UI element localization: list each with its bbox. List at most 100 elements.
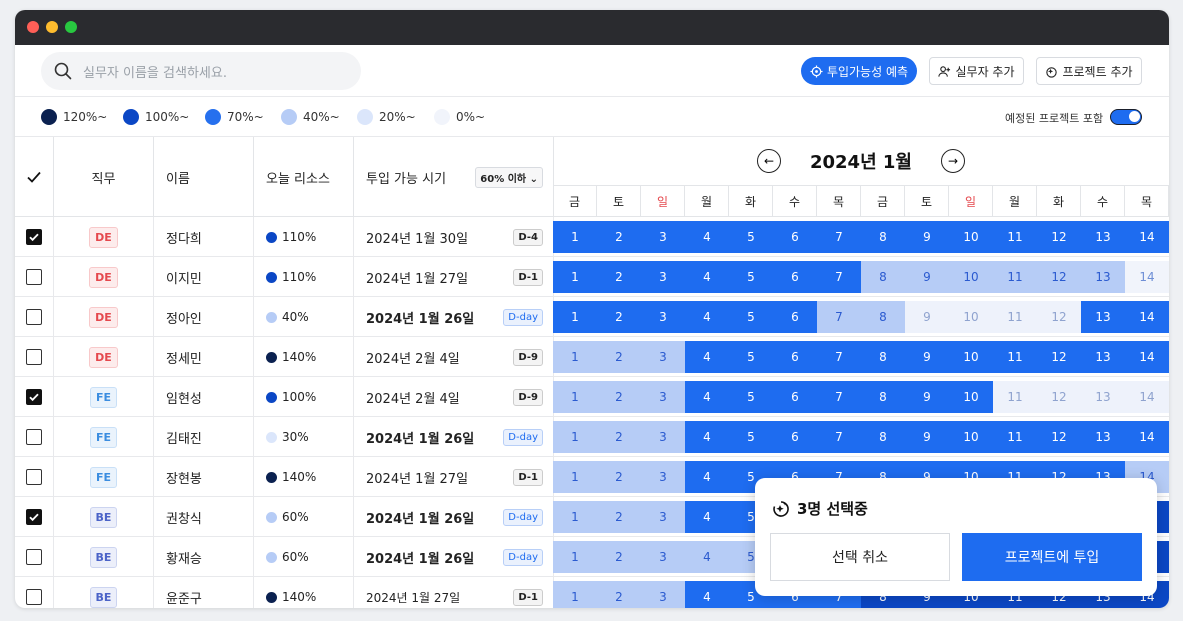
calendar-day-cell[interactable]: 13 [1081, 261, 1125, 293]
calendar-day-cell[interactable]: 13 [1081, 421, 1125, 453]
calendar-day-cell[interactable]: 5 [729, 301, 773, 333]
calendar-day-cell[interactable]: 3 [641, 221, 685, 253]
calendar-day-cell[interactable]: 6 [773, 341, 817, 373]
close-window-button[interactable] [27, 21, 39, 33]
calendar-day-cell[interactable]: 9 [905, 261, 949, 293]
calendar-day-cell[interactable]: 3 [641, 381, 685, 413]
search-input[interactable]: 실무자 이름을 검색하세요. [41, 52, 361, 90]
calendar-day-cell[interactable]: 1 [553, 341, 597, 373]
calendar-day-cell[interactable]: 8 [861, 221, 905, 253]
calendar-day-cell[interactable]: 2 [597, 301, 641, 333]
calendar-day-cell[interactable]: 4 [685, 581, 729, 608]
calendar-day-cell[interactable]: 1 [553, 461, 597, 493]
predict-availability-button[interactable]: 투입가능성 예측 [801, 57, 917, 85]
calendar-day-cell[interactable]: 11 [993, 301, 1037, 333]
add-project-button[interactable]: 프로젝트 추가 [1036, 57, 1142, 85]
calendar-day-cell[interactable]: 10 [949, 341, 993, 373]
prev-month-button[interactable]: ← [757, 149, 781, 173]
calendar-day-cell[interactable]: 3 [641, 501, 685, 533]
calendar-day-cell[interactable]: 12 [1037, 381, 1081, 413]
calendar-day-cell[interactable]: 2 [597, 501, 641, 533]
calendar-day-cell[interactable]: 10 [949, 261, 993, 293]
calendar-day-cell[interactable]: 7 [817, 301, 861, 333]
calendar-day-cell[interactable]: 3 [641, 301, 685, 333]
calendar-day-cell[interactable]: 13 [1081, 341, 1125, 373]
calendar-day-cell[interactable]: 9 [905, 381, 949, 413]
calendar-day-cell[interactable]: 7 [817, 381, 861, 413]
calendar-day-cell[interactable]: 8 [861, 341, 905, 373]
calendar-day-cell[interactable]: 10 [949, 381, 993, 413]
calendar-day-cell[interactable]: 2 [597, 381, 641, 413]
calendar-day-cell[interactable]: 6 [773, 301, 817, 333]
calendar-day-cell[interactable]: 9 [905, 301, 949, 333]
calendar-day-cell[interactable]: 2 [597, 581, 641, 608]
calendar-day-cell[interactable]: 3 [641, 341, 685, 373]
cancel-selection-button[interactable]: 선택 취소 [770, 533, 950, 581]
calendar-day-cell[interactable]: 7 [817, 421, 861, 453]
calendar-day-cell[interactable]: 8 [861, 381, 905, 413]
calendar-day-cell[interactable]: 14 [1125, 261, 1169, 293]
header-name[interactable]: 이름 [154, 137, 254, 217]
row-checkbox[interactable] [26, 309, 42, 325]
calendar-day-cell[interactable]: 1 [553, 541, 597, 573]
calendar-day-cell[interactable]: 11 [993, 341, 1037, 373]
calendar-day-cell[interactable]: 8 [861, 261, 905, 293]
calendar-day-cell[interactable]: 2 [597, 541, 641, 573]
header-today-resource[interactable]: 오늘 리소스 [254, 137, 354, 217]
header-availability[interactable]: 투입 가능 시기 60% 이하 ⌄ [354, 137, 554, 217]
calendar-day-cell[interactable]: 5 [729, 381, 773, 413]
calendar-day-cell[interactable]: 7 [817, 221, 861, 253]
calendar-day-cell[interactable]: 9 [905, 421, 949, 453]
calendar-day-cell[interactable]: 4 [685, 261, 729, 293]
row-checkbox[interactable] [26, 429, 42, 445]
calendar-day-cell[interactable]: 5 [729, 341, 773, 373]
calendar-day-cell[interactable]: 1 [553, 261, 597, 293]
row-checkbox[interactable] [26, 349, 42, 365]
calendar-day-cell[interactable]: 13 [1081, 381, 1125, 413]
next-month-button[interactable]: → [941, 149, 965, 173]
maximize-window-button[interactable] [65, 21, 77, 33]
calendar-day-cell[interactable]: 12 [1037, 261, 1081, 293]
table-row[interactable]: DE 정다희 110% 2024년 1월 30일 D-4 1 2 3 4 5 6 7 8 9 10 11 12 1… [15, 217, 1169, 257]
calendar-day-cell[interactable]: 4 [685, 381, 729, 413]
calendar-day-cell[interactable]: 7 [817, 261, 861, 293]
calendar-day-cell[interactable]: 4 [685, 341, 729, 373]
row-checkbox[interactable] [26, 509, 42, 525]
calendar-day-cell[interactable]: 7 [817, 341, 861, 373]
row-checkbox[interactable] [26, 269, 42, 285]
calendar-day-cell[interactable]: 14 [1125, 421, 1169, 453]
row-checkbox[interactable] [26, 229, 42, 245]
calendar-day-cell[interactable]: 14 [1125, 341, 1169, 373]
calendar-day-cell[interactable]: 10 [949, 221, 993, 253]
calendar-day-cell[interactable]: 6 [773, 381, 817, 413]
row-checkbox[interactable] [26, 589, 42, 605]
calendar-day-cell[interactable]: 12 [1037, 301, 1081, 333]
add-worker-button[interactable]: 실무자 추가 [929, 57, 1024, 85]
deploy-to-project-button[interactable]: 프로젝트에 투입 [962, 533, 1142, 581]
calendar-day-cell[interactable]: 3 [641, 541, 685, 573]
calendar-day-cell[interactable]: 2 [597, 261, 641, 293]
calendar-day-cell[interactable]: 11 [993, 221, 1037, 253]
calendar-day-cell[interactable]: 6 [773, 261, 817, 293]
calendar-day-cell[interactable]: 9 [905, 221, 949, 253]
row-checkbox[interactable] [26, 469, 42, 485]
calendar-day-cell[interactable]: 9 [905, 341, 949, 373]
row-checkbox[interactable] [26, 549, 42, 565]
calendar-day-cell[interactable]: 1 [553, 421, 597, 453]
select-all-checkbox[interactable] [15, 137, 54, 217]
calendar-day-cell[interactable]: 2 [597, 221, 641, 253]
calendar-day-cell[interactable]: 1 [553, 301, 597, 333]
row-checkbox[interactable] [26, 389, 42, 405]
calendar-day-cell[interactable]: 4 [685, 421, 729, 453]
calendar-day-cell[interactable]: 13 [1081, 301, 1125, 333]
calendar-day-cell[interactable]: 1 [553, 581, 597, 608]
calendar-day-cell[interactable]: 6 [773, 421, 817, 453]
calendar-day-cell[interactable]: 13 [1081, 221, 1125, 253]
calendar-day-cell[interactable]: 14 [1125, 381, 1169, 413]
calendar-day-cell[interactable]: 8 [861, 421, 905, 453]
calendar-day-cell[interactable]: 6 [773, 221, 817, 253]
minimize-window-button[interactable] [46, 21, 58, 33]
calendar-day-cell[interactable]: 2 [597, 461, 641, 493]
calendar-day-cell[interactable]: 1 [553, 501, 597, 533]
calendar-day-cell[interactable]: 11 [993, 421, 1037, 453]
